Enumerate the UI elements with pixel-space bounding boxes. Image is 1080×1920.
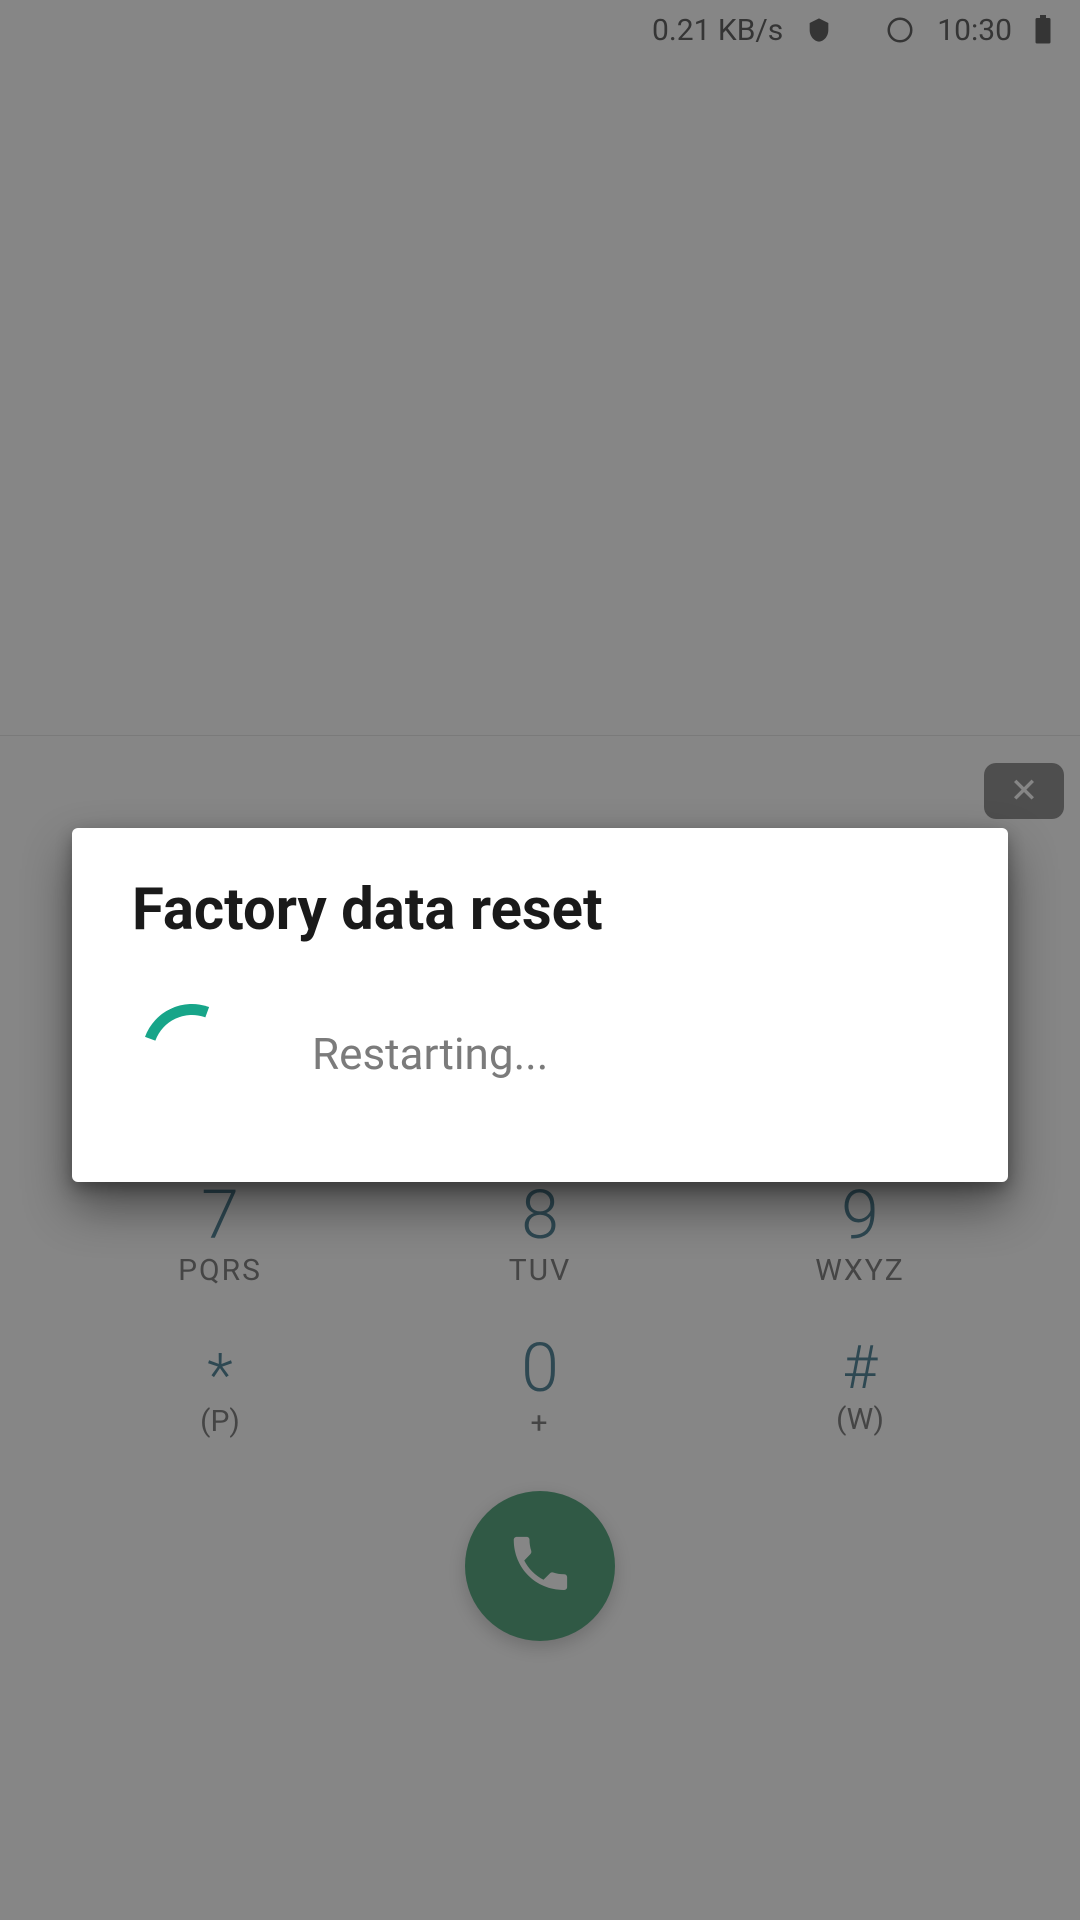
spinner-icon [142,1004,242,1104]
factory-reset-dialog: Factory data reset Restarting... [72,828,1008,1182]
dialog-message: Restarting... [312,1028,548,1080]
dialog-title: Factory data reset [132,876,948,944]
